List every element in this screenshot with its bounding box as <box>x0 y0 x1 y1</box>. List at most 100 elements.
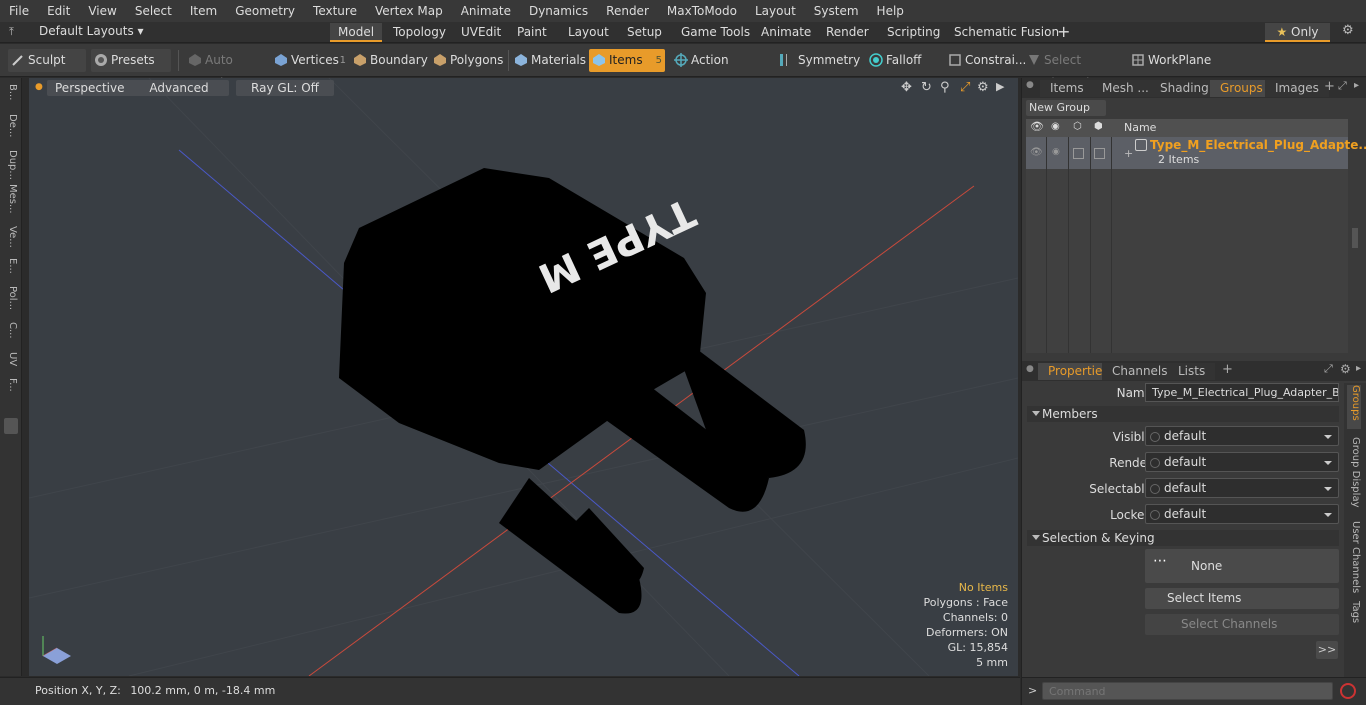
falloff-button[interactable]: Falloff <box>866 49 940 72</box>
panel-arrow-icon[interactable]: ▸ <box>1356 363 1361 374</box>
render-icon[interactable]: ◉ <box>1051 121 1060 132</box>
3d-viewport[interactable]: TYPE M ● Perspective Advanced Ray GL: Of… <box>29 78 1018 676</box>
menu-file[interactable]: File <box>0 0 38 22</box>
selectable-dropdown[interactable]: default <box>1145 478 1339 498</box>
menu-edit[interactable]: Edit <box>38 0 79 22</box>
panel-arrow-icon[interactable]: ▸ <box>1354 80 1359 91</box>
selection-keying-section[interactable]: Selection & Keying <box>1027 530 1339 546</box>
lock-icon[interactable]: ⬡ <box>1073 121 1082 132</box>
gear-icon[interactable]: ⚙ <box>977 80 989 95</box>
menu-render[interactable]: Render <box>597 0 658 22</box>
menu-texture[interactable]: Texture <box>304 0 366 22</box>
tab-paint[interactable]: Paint <box>509 23 555 42</box>
workplane-button[interactable]: WorkPlane <box>1128 49 1211 72</box>
sculpt-button[interactable]: Sculpt <box>8 49 86 72</box>
items-button[interactable]: Items 5 <box>589 49 665 72</box>
panel-menu-icon[interactable]: ● <box>1026 80 1034 90</box>
tab-channels[interactable]: Channels <box>1102 363 1178 380</box>
tab-schematic-fusion[interactable]: Schematic Fusion <box>946 23 1067 42</box>
tab-scripting[interactable]: Scripting <box>879 23 948 42</box>
maximize-view-icon[interactable]: ⤢ <box>960 80 970 95</box>
new-group-button[interactable]: New Group <box>1026 100 1106 116</box>
tab-images[interactable]: Images <box>1265 80 1329 97</box>
command-input[interactable] <box>1042 682 1333 700</box>
menu-geometry[interactable]: Geometry <box>226 0 304 22</box>
record-icon[interactable] <box>1340 683 1356 699</box>
tab-mesh[interactable]: Mesh ... <box>1092 80 1159 97</box>
play-icon[interactable]: ▶ <box>996 80 1004 93</box>
tab-model[interactable]: Model <box>330 23 383 42</box>
select-items-button[interactable]: Select Items <box>1145 588 1339 609</box>
render-icon[interactable]: ◉ <box>1052 147 1060 157</box>
tab-topology[interactable]: Topology <box>385 23 454 42</box>
left-tab-curve[interactable]: C... <box>4 322 18 344</box>
tab-game-tools[interactable]: Game Tools <box>673 23 758 42</box>
add-tab-icon[interactable]: + <box>1057 22 1070 41</box>
menu-select[interactable]: Select <box>126 0 181 22</box>
menu-animate[interactable]: Animate <box>452 0 520 22</box>
menu-vertex-map[interactable]: Vertex Map <box>366 0 452 22</box>
perspective-button[interactable]: Perspective <box>47 80 133 96</box>
viewport-menu-icon[interactable]: ● <box>35 82 43 92</box>
advanced-button[interactable]: Advanced <box>129 80 229 96</box>
vertices-button[interactable]: Vertices 1 <box>271 49 346 72</box>
left-tab-uv[interactable]: UV <box>4 352 18 374</box>
left-tab-vertex[interactable]: Ve... <box>4 226 18 254</box>
tab-items[interactable]: Items <box>1040 80 1094 97</box>
select-through-button[interactable]: Select Through <box>1024 49 1124 90</box>
eye-icon[interactable]: 👁 <box>1030 147 1043 158</box>
menu-system[interactable]: System <box>805 0 868 22</box>
layout-preset-dropdown[interactable]: Default Layouts ▾ <box>39 24 144 38</box>
left-tab-polygon[interactable]: Pol... <box>4 286 18 318</box>
left-tab-deform[interactable]: De... <box>4 114 18 146</box>
add-tab-icon[interactable]: + <box>1222 362 1233 377</box>
tab-setup[interactable]: Setup <box>619 23 670 42</box>
more-button[interactable]: >> <box>1316 641 1338 659</box>
left-tab-duplicate[interactable]: Dup... <box>4 150 18 180</box>
expand-icon[interactable]: ⤢ <box>1338 79 1347 93</box>
expand-icon[interactable]: ⤢ <box>1324 362 1333 376</box>
move-view-icon[interactable]: ✥ <box>901 80 912 95</box>
list-scrollbar[interactable] <box>1352 228 1358 248</box>
group-row[interactable]: 👁 ◉ + Type_M_Electrical_Plug_Adapte... 2… <box>1026 137 1366 169</box>
expand-icon[interactable]: + <box>1124 147 1133 160</box>
layout-up-icon[interactable]: ⤒ <box>9 25 14 39</box>
gear-icon[interactable]: ⚙ <box>1340 362 1351 376</box>
panel-menu-icon[interactable]: ● <box>1026 364 1034 374</box>
menu-help[interactable]: Help <box>868 0 913 22</box>
side-tab-group-display[interactable]: Group Display <box>1347 437 1361 517</box>
polygons-button[interactable]: Polygons <box>430 49 506 72</box>
tab-animate[interactable]: Animate <box>753 23 819 42</box>
presets-button[interactable]: Presets <box>91 49 171 72</box>
left-tab-toggle[interactable] <box>4 418 18 434</box>
tab-groups[interactable]: Groups <box>1210 80 1273 97</box>
menu-view[interactable]: View <box>79 0 125 22</box>
tab-lists[interactable]: Lists <box>1168 363 1216 380</box>
gear-icon[interactable]: ⚙ <box>1342 23 1354 38</box>
tab-layout[interactable]: Layout <box>560 23 617 42</box>
eye-icon[interactable]: 👁 <box>1030 120 1044 133</box>
boundary-button[interactable]: Boundary <box>350 49 428 72</box>
materials-button[interactable]: Materials <box>511 49 586 72</box>
rotate-view-icon[interactable]: ↻ <box>921 80 932 95</box>
select-checkbox[interactable] <box>1094 148 1105 159</box>
menu-layout[interactable]: Layout <box>746 0 805 22</box>
symmetry-button[interactable]: Symmetry <box>775 49 865 72</box>
lock-checkbox[interactable] <box>1073 148 1084 159</box>
menu-item[interactable]: Item <box>181 0 226 22</box>
left-tab-basic[interactable]: B... <box>4 84 18 112</box>
name-input[interactable]: Type_M_Electrical_Plug_Adapter_Blac <box>1145 383 1339 402</box>
action-center-button[interactable]: Action Center <box>671 49 766 90</box>
side-tab-groups[interactable]: Groups <box>1347 385 1361 429</box>
left-tab-edge[interactable]: E... <box>4 258 18 282</box>
add-tab-icon[interactable]: + <box>1324 79 1335 94</box>
auto-select-button[interactable]: Auto Select <box>185 49 267 90</box>
menu-dynamics[interactable]: Dynamics <box>520 0 597 22</box>
members-section[interactable]: Members <box>1027 406 1339 422</box>
select-icon[interactable]: ⬢ <box>1094 121 1103 132</box>
select-channels-button[interactable]: Select Channels <box>1145 614 1339 635</box>
visible-dropdown[interactable]: default <box>1145 426 1339 446</box>
menu-maxtomodo[interactable]: MaxToModo <box>658 0 746 22</box>
left-tab-fusion[interactable]: F... <box>4 378 18 404</box>
constraints-button[interactable]: Constrai... <box>945 49 1026 72</box>
